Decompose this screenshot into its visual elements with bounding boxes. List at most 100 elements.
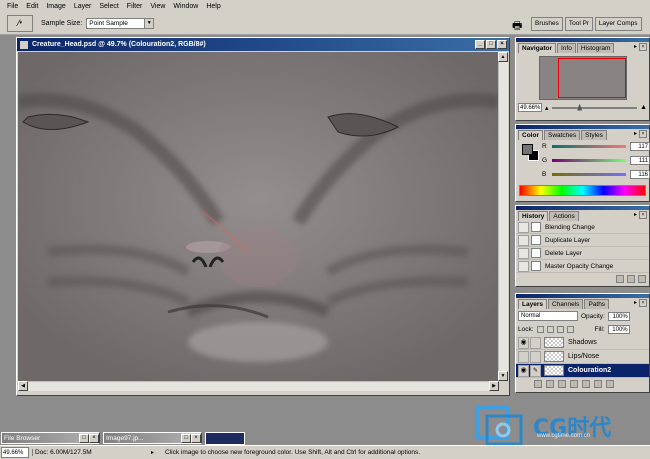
blue-value-field[interactable]: 116 xyxy=(630,170,650,179)
eyedropper-tool-preset-button[interactable]: ⁄ ▾ xyxy=(7,14,33,32)
fill-field[interactable]: 100% xyxy=(607,325,630,334)
image97-minimized[interactable]: Image97.jp... □ × xyxy=(103,432,202,444)
tab-styles[interactable]: Styles xyxy=(581,130,607,140)
trash-icon[interactable] xyxy=(606,379,614,388)
zoom-slider-knob[interactable] xyxy=(577,103,583,111)
menu-filter[interactable]: Filter xyxy=(123,3,147,10)
new-snapshot-icon[interactable] xyxy=(627,274,635,283)
tab-layers[interactable]: Layers xyxy=(518,299,547,309)
tab-actions[interactable]: Actions xyxy=(549,211,579,221)
palette-well-brushes[interactable]: Brushes xyxy=(531,17,563,31)
blue-slider[interactable] xyxy=(552,173,626,176)
new-document-from-state-icon[interactable] xyxy=(616,274,624,283)
red-value-field[interactable]: 117 xyxy=(630,142,650,151)
close-icon[interactable]: × xyxy=(639,130,647,138)
scroll-down-button[interactable]: ▼ xyxy=(498,371,508,381)
layer-link-toggle[interactable] xyxy=(530,350,541,363)
history-item[interactable]: Blending Change xyxy=(516,221,649,234)
green-slider[interactable] xyxy=(552,159,626,162)
menu-edit[interactable]: Edit xyxy=(22,3,42,10)
red-slider[interactable] xyxy=(552,145,626,148)
palette-menu-icon[interactable]: ▸ xyxy=(634,130,637,137)
close-icon[interactable]: × xyxy=(639,299,647,307)
history-brush-source[interactable] xyxy=(518,260,529,272)
eye-icon[interactable] xyxy=(518,350,529,363)
layer-row-active[interactable]: ◉ ✎ Colouration2 xyxy=(516,364,649,378)
foreground-color-swatch[interactable] xyxy=(522,144,533,155)
green-value-field[interactable]: 111 xyxy=(630,156,650,165)
layer-link-toggle[interactable] xyxy=(530,336,541,349)
menu-view[interactable]: View xyxy=(146,3,169,10)
menu-select[interactable]: Select xyxy=(95,3,122,10)
blend-mode-select[interactable]: Normal xyxy=(518,311,578,321)
maximize-button[interactable]: □ xyxy=(486,40,496,49)
document-title-bar[interactable]: Creature_Head.psd @ 49.7% (Colouration2,… xyxy=(17,38,509,51)
opacity-field[interactable]: 100% xyxy=(607,311,630,321)
navigator-zoom-slider[interactable] xyxy=(551,103,638,111)
palette-menu-icon[interactable]: ▸ xyxy=(634,43,637,50)
navigator-view-box[interactable] xyxy=(557,58,626,98)
history-brush-source[interactable] xyxy=(518,247,529,259)
layer-style-icon[interactable] xyxy=(546,379,554,388)
layer-mask-icon[interactable] xyxy=(558,379,566,388)
minimized-thumbnail[interactable] xyxy=(205,432,245,445)
new-layer-icon[interactable] xyxy=(594,379,602,388)
close-button[interactable]: × xyxy=(89,433,99,443)
tab-channels[interactable]: Channels xyxy=(547,299,584,309)
status-menu-icon[interactable]: ▸ xyxy=(151,449,159,456)
printer-icon[interactable]: 🖶 xyxy=(512,17,522,36)
tab-color[interactable]: Color xyxy=(518,130,543,140)
palette-menu-icon[interactable]: ▸ xyxy=(634,211,637,218)
trash-icon[interactable] xyxy=(638,274,646,283)
history-item[interactable]: Master Opacity Change xyxy=(516,260,649,273)
navigator-thumbnail[interactable] xyxy=(538,56,627,100)
tab-paths[interactable]: Paths xyxy=(584,299,610,309)
menu-help[interactable]: Help xyxy=(202,3,224,10)
layer-row[interactable]: ◉ Shadows xyxy=(516,336,649,350)
lock-image-icon[interactable] xyxy=(546,326,554,333)
menu-layer[interactable]: Layer xyxy=(70,3,96,10)
history-brush-source[interactable] xyxy=(518,221,529,233)
lock-all-icon[interactable] xyxy=(566,326,574,333)
file-browser-minimized[interactable]: File Browser □ × xyxy=(1,432,100,444)
tab-info[interactable]: Info xyxy=(556,43,576,53)
navigator-zoom-field[interactable]: 49.66% xyxy=(518,103,542,112)
palette-well-tool-presets[interactable]: Tool Pr xyxy=(564,17,593,31)
close-icon[interactable]: × xyxy=(639,211,647,219)
palette-well-layer-comps[interactable]: Layer Comps xyxy=(594,17,642,31)
palette-menu-icon[interactable]: ▸ xyxy=(634,299,637,306)
history-item[interactable]: Duplicate Layer xyxy=(516,234,649,247)
close-icon[interactable]: × xyxy=(639,43,647,51)
adjustment-layer-icon[interactable] xyxy=(582,379,590,388)
scroll-up-button[interactable]: ▲ xyxy=(498,52,508,62)
tab-histogram[interactable]: Histogram xyxy=(576,43,615,53)
sample-size-select[interactable]: Point Sample ▼ xyxy=(86,17,155,29)
menu-file[interactable]: File xyxy=(3,3,22,10)
close-button[interactable]: × xyxy=(191,433,201,443)
restore-button[interactable]: □ xyxy=(181,433,191,443)
tab-navigator[interactable]: Navigator xyxy=(518,43,556,53)
tab-history[interactable]: History xyxy=(518,211,549,221)
eye-icon[interactable]: ◉ xyxy=(518,364,529,377)
horizontal-scrollbar[interactable]: ◀ ▶ xyxy=(18,381,499,391)
tab-swatches[interactable]: Swatches xyxy=(543,130,581,140)
menu-window[interactable]: Window xyxy=(169,3,202,10)
layer-row[interactable]: Lips/Nose xyxy=(516,350,649,364)
scroll-left-button[interactable]: ◀ xyxy=(18,381,28,391)
vertical-scrollbar[interactable]: ▲ ▼ xyxy=(498,52,508,381)
brush-icon[interactable]: ✎ xyxy=(530,364,541,377)
status-zoom-field[interactable]: 49.66% xyxy=(1,447,29,458)
lock-transparency-icon[interactable] xyxy=(536,326,544,333)
menu-image[interactable]: Image xyxy=(42,3,69,10)
restore-button[interactable]: □ xyxy=(79,433,89,443)
eye-icon[interactable]: ◉ xyxy=(518,336,529,349)
link-layers-icon[interactable] xyxy=(534,379,542,388)
history-brush-source[interactable] xyxy=(518,234,529,246)
zoom-out-icon[interactable]: ▴ xyxy=(545,104,549,112)
close-button[interactable]: × xyxy=(497,40,507,49)
layer-set-icon[interactable] xyxy=(570,379,578,388)
zoom-in-icon[interactable]: ▲ xyxy=(640,104,647,111)
minimize-button[interactable]: _ xyxy=(475,40,485,49)
lock-position-icon[interactable] xyxy=(556,326,564,333)
scroll-right-button[interactable]: ▶ xyxy=(489,381,499,391)
